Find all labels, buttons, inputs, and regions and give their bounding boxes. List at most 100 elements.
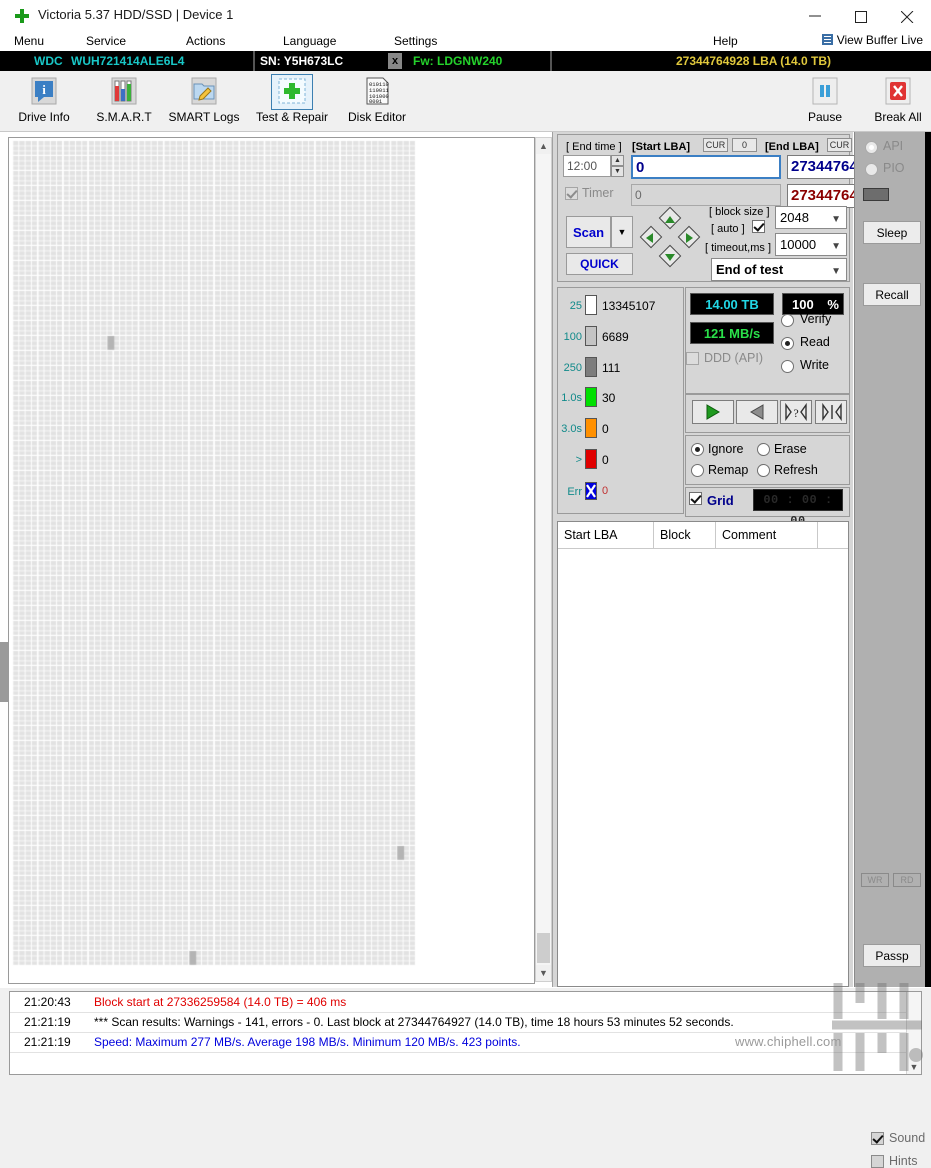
block-size-select[interactable]: 2048 ▼ [775,206,847,229]
action-ignore-label: Ignore [708,442,744,456]
scan-reverse-button[interactable] [736,400,778,424]
timer-value-input[interactable]: 0 [631,184,781,206]
random-read-button[interactable]: ? [780,400,812,424]
menu-item-menu[interactable]: Menu [14,34,44,48]
mode-write-radio[interactable] [781,360,794,373]
action-erase-radio[interactable] [757,443,770,456]
start-scan-forward-button[interactable] [692,400,734,424]
end-time-spin-up[interactable]: ▲ [611,155,624,166]
pio-radio[interactable] [865,163,878,176]
recall-button[interactable]: Recall [863,283,921,306]
scroll-up-arrow[interactable]: ▲ [536,138,551,154]
log-row[interactable]: 21:20:43 Block start at 27336259584 (14.… [10,992,921,1013]
title-bar: Victoria 5.37 HDD/SSD | Device 1 [0,0,931,31]
toolbar-drive-info[interactable]: i Drive Info [4,75,84,129]
block-size-value: 2048 [780,210,809,225]
play-reverse-icon [750,404,764,420]
panel-splitter-handle[interactable] [0,642,8,702]
scroll-down-arrow[interactable]: ▼ [536,965,551,981]
device-side-panel: API PIO Sleep Recall WR RD Passp Sound H… [854,132,931,1168]
column-header-block[interactable]: Block [654,522,716,548]
scan-button[interactable]: Scan [566,216,611,248]
legend-tag: > [575,454,582,466]
toolbar-disk-editor[interactable]: 010110 110011 101000 0001 Disk Editor [337,75,417,129]
log-message: *** Scan results: Warnings - 141, errors… [94,1015,734,1029]
auto-checkbox[interactable] [752,220,765,233]
legend-value: 0 [602,485,609,497]
mode-verify-radio[interactable] [781,314,794,327]
close-button[interactable] [885,0,931,31]
legend-value: 30 [602,391,616,405]
menu-item-settings[interactable]: Settings [394,34,437,48]
action-remap-radio[interactable] [691,464,704,477]
start-lba-zero-button[interactable]: 0 [732,138,757,152]
end-lba-cur-button[interactable]: CUR [827,138,852,152]
defect-list-table[interactable]: Start LBA Block Comment [557,521,849,987]
scan-dropdown-button[interactable]: ▼ [611,216,633,248]
sound-label: Sound [889,1131,926,1145]
timeout-select[interactable]: 10000 ▼ [775,233,847,256]
legend-tag: Err [567,486,582,498]
legend-value: 0 [602,453,609,467]
mode-verify-label: Verify [800,312,832,326]
scrollbar-thumb[interactable] [537,933,550,963]
menu-item-actions[interactable]: Actions [186,34,225,48]
log-scrollbar[interactable]: ▼ [906,992,921,1074]
chevron-down-icon: ▼ [831,266,841,277]
sleep-button[interactable]: Sleep [863,221,921,244]
hints-checkbox[interactable] [871,1155,884,1168]
legend-swatch [585,387,597,407]
nav-down-arrow-icon [665,254,675,261]
map-vertical-scrollbar[interactable]: ▲ ▼ [535,137,552,982]
minimize-button[interactable] [793,0,839,31]
view-buffer-live-button[interactable]: View Buffer Live [821,33,923,47]
legend-tag: 25 [569,300,582,312]
clear-drive-button[interactable]: x [388,53,402,69]
log-time: 21:20:43 [24,995,71,1009]
scan-block-grid[interactable] [9,138,532,981]
menu-item-help[interactable]: Help [713,34,738,48]
rd-button[interactable]: RD [893,873,921,887]
ddd-api-checkbox[interactable] [686,352,699,365]
mode-read-radio[interactable] [781,337,794,350]
toolbar-smart-logs[interactable]: SMART Logs [164,75,244,129]
toolbar-break-all[interactable]: Break All [858,75,931,129]
seek-end-button[interactable] [815,400,847,424]
log-row[interactable]: 21:21:19 *** Scan results: Warnings - 14… [10,1012,921,1033]
end-time-input[interactable]: 12:00 [563,155,611,177]
start-lba-cur-button[interactable]: CUR [703,138,728,152]
toolbar-smart[interactable]: S.M.A.R.T [84,75,164,129]
wr-button[interactable]: WR [861,873,889,887]
timer-checkbox[interactable] [565,187,578,200]
toolbar-smart-label: S.M.A.R.T [96,110,152,124]
column-header-comment[interactable]: Comment [716,522,818,548]
grid-checkbox[interactable] [689,492,702,505]
sound-checkbox[interactable] [871,1132,884,1145]
quick-button[interactable]: QUICK [566,253,633,275]
end-of-test-select[interactable]: End of test ▼ [711,258,847,281]
api-label: API [883,139,904,153]
play-forward-icon [706,404,720,420]
action-ignore-radio[interactable] [691,443,704,456]
speed-readout: 121 MB/s [690,322,774,344]
column-header-start-lba[interactable]: Start LBA [558,522,654,548]
log-scroll-down-arrow[interactable]: ▼ [907,1062,921,1072]
legend-tag: 1.0s [561,392,582,404]
toolbar-pause[interactable]: Pause [785,75,865,129]
log-time: 21:21:19 [24,1015,71,1029]
log-list[interactable]: 21:20:43 Block start at 27336259584 (14.… [9,991,922,1075]
passp-button[interactable]: Passp [863,944,921,967]
column-header-extra[interactable] [818,522,848,548]
action-refresh-radio[interactable] [757,464,770,477]
victoria-app-window: Victoria 5.37 HDD/SSD | Device 1 Menu Se… [0,0,931,1168]
end-time-spin-down[interactable]: ▼ [611,166,624,177]
maximize-button[interactable] [839,0,885,31]
surface-map-grid[interactable] [8,137,535,984]
toolbar-test-repair[interactable]: Test & Repair [252,74,332,129]
menu-item-language[interactable]: Language [283,34,336,48]
start-lba-input[interactable]: 0 [631,155,781,179]
api-radio[interactable] [865,141,878,154]
main-toolbar: i Drive Info S.M.A.R.T SMART Logs Test &… [0,71,931,132]
menu-item-service[interactable]: Service [86,34,126,48]
end-time-label: [ End time ] [566,141,622,153]
